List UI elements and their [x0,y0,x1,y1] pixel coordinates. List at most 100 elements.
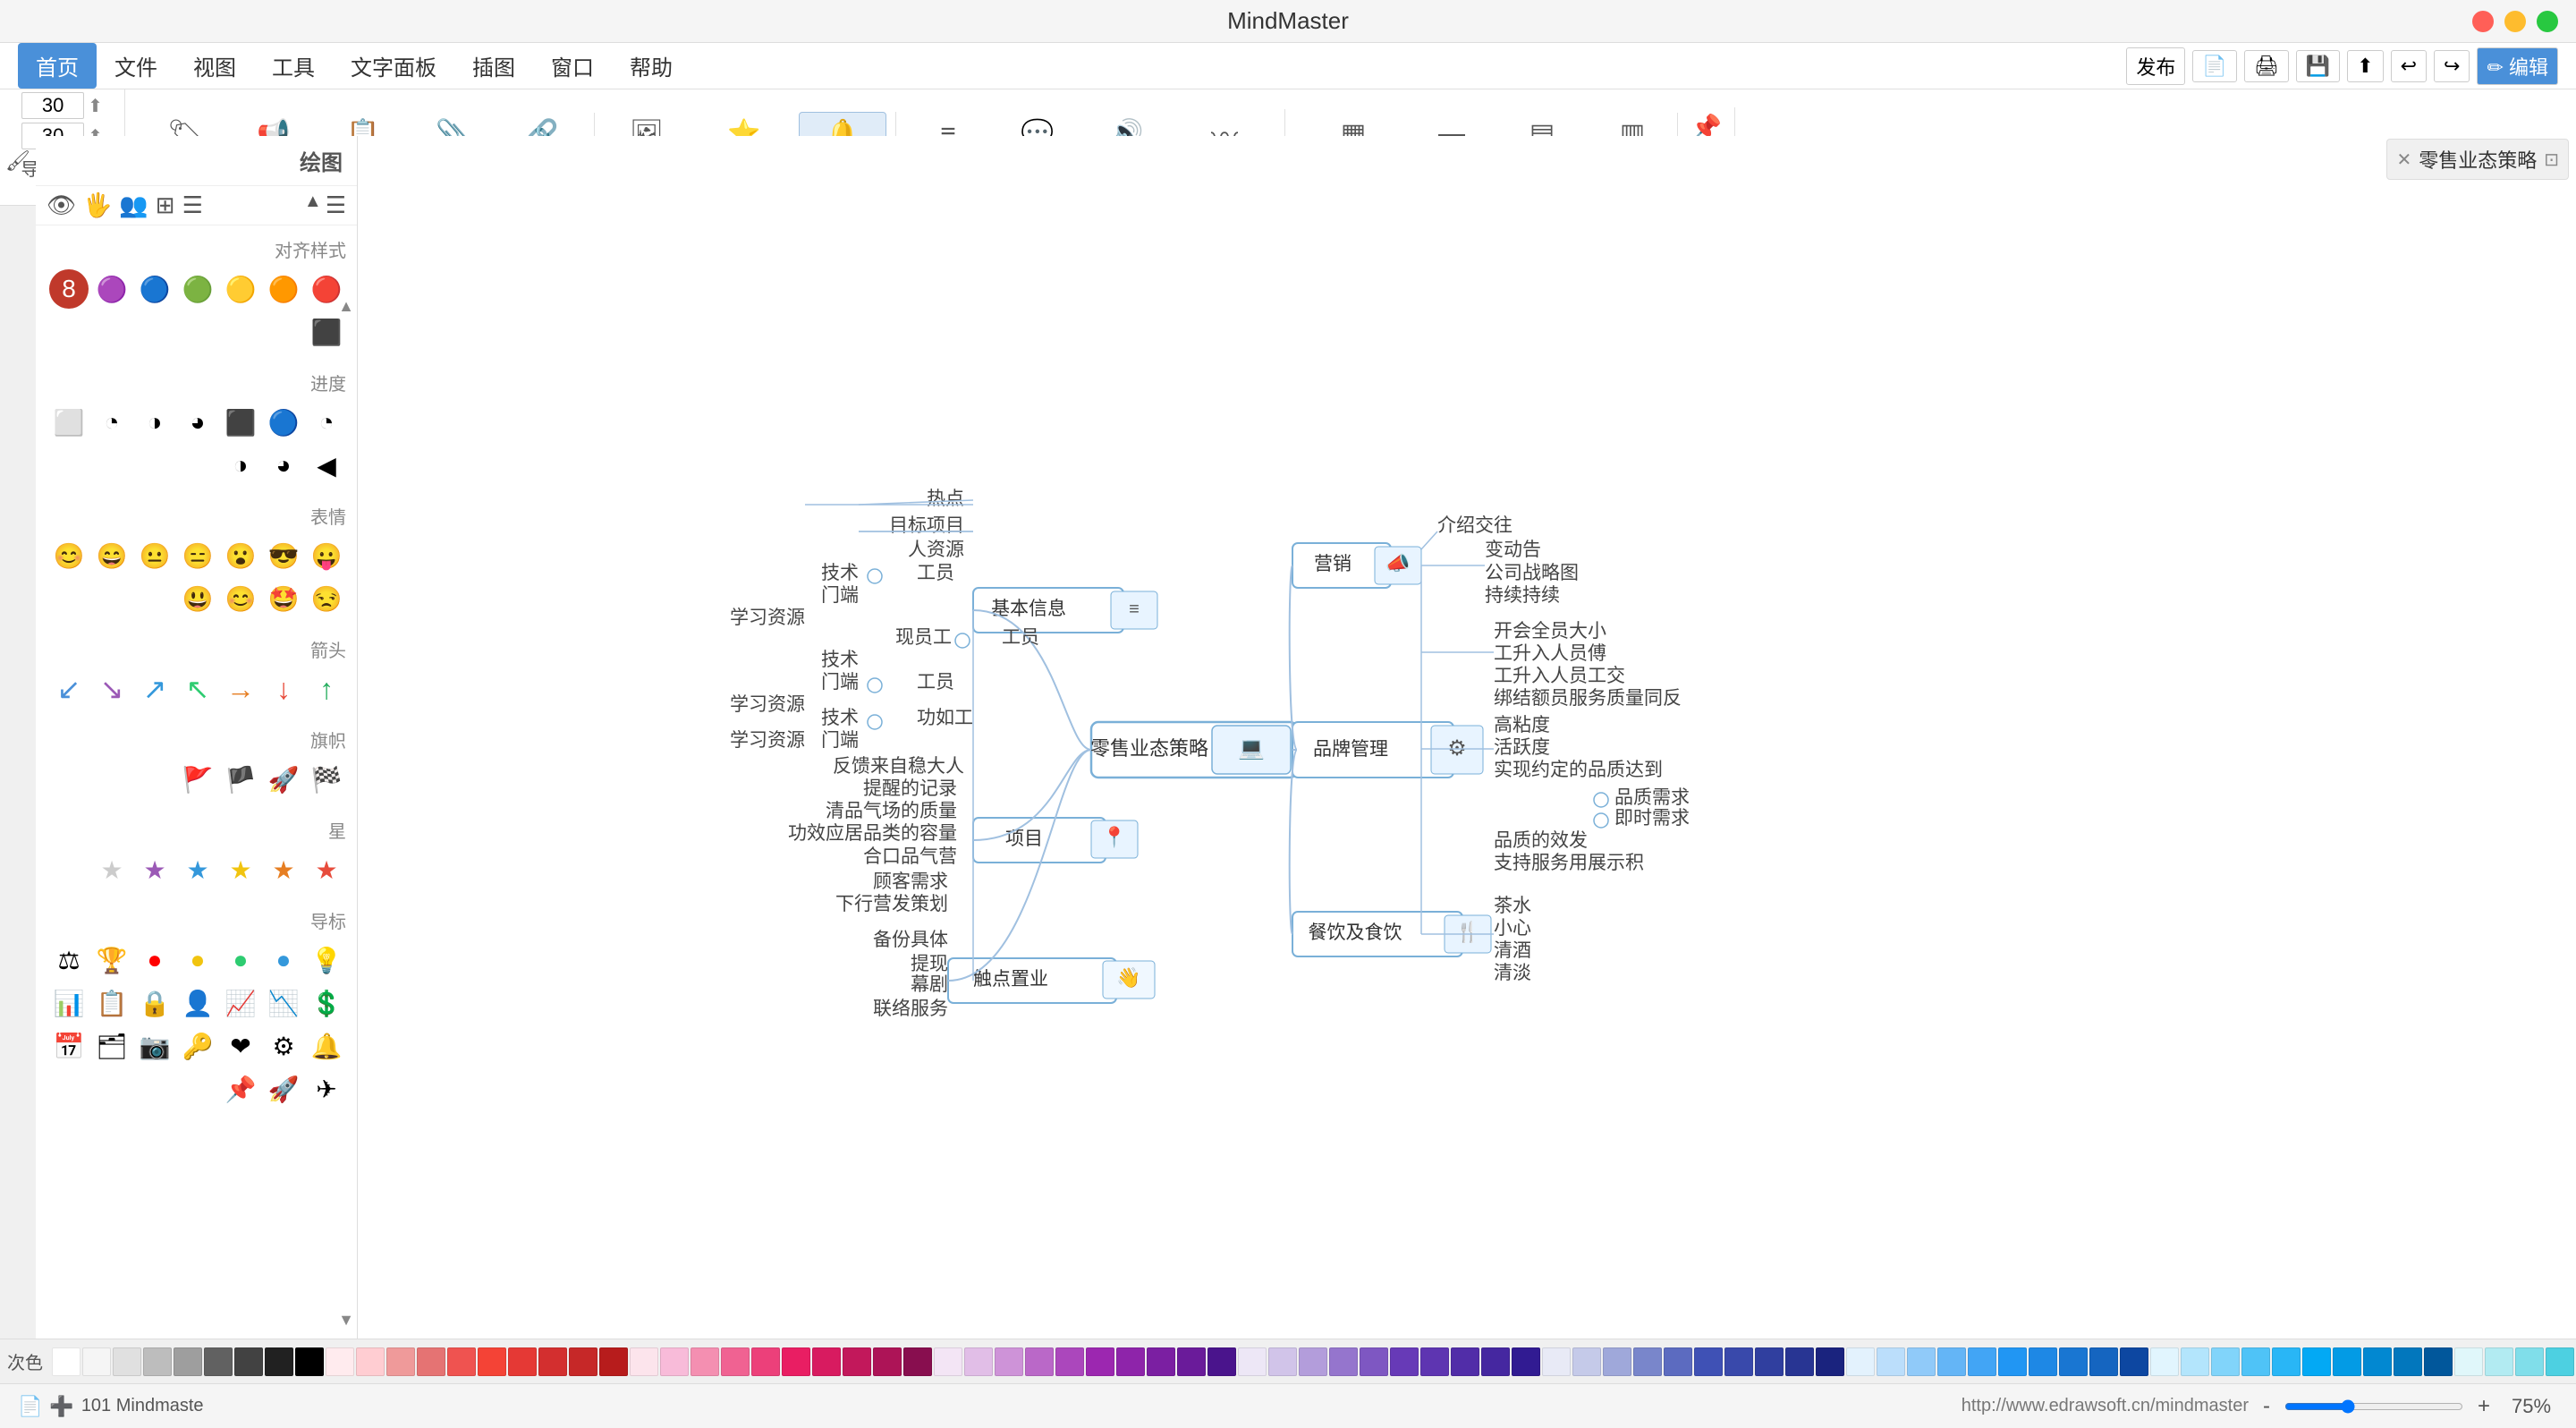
marker-17[interactable]: 📷 [135,1026,174,1066]
color-swatch-56[interactable] [1755,1347,1784,1376]
color-swatch-79[interactable] [2454,1347,2483,1376]
marker-5[interactable]: ● [221,940,260,980]
color-swatch-63[interactable] [1968,1347,1996,1376]
color-swatch-5[interactable] [204,1347,233,1376]
progress-3[interactable]: ◕ [178,403,217,442]
color-swatch-60[interactable] [1877,1347,1905,1376]
lt-brush[interactable]: 🖌 [2,145,34,177]
arrow-dl[interactable]: ↙ [49,669,89,709]
arrow-ul[interactable]: ↖ [178,669,217,709]
color-swatch-7[interactable] [265,1347,293,1376]
menu-file[interactable]: 文件 [97,43,175,89]
side-vscroll[interactable]: ▲ ▼ [335,136,357,1339]
color-swatch-26[interactable] [843,1347,871,1376]
progress-0[interactable]: ⬜ [49,403,89,442]
marker-18[interactable]: 🔑 [178,1026,217,1066]
brand-node[interactable]: 品牌管理 ⚙ [1292,722,1483,778]
center-node[interactable]: 零售业态策略 💻 [1090,722,1297,778]
color-swatch-30[interactable] [964,1347,993,1376]
scroll-up-icon[interactable]: ▲ [304,191,322,219]
color-swatch-74[interactable] [2302,1347,2331,1376]
color-swatch-77[interactable] [2394,1347,2422,1376]
color-swatch-0[interactable] [52,1347,80,1376]
color-swatch-47[interactable] [1481,1347,1510,1376]
color-swatch-17[interactable] [569,1347,597,1376]
icon-orange[interactable]: 🟠 [264,269,303,309]
color-swatch-21[interactable] [691,1347,719,1376]
color-swatch-8[interactable] [295,1347,324,1376]
progress-1[interactable]: ◔ [92,403,131,442]
color-swatch-48[interactable] [1512,1347,1540,1376]
color-swatch-38[interactable] [1208,1347,1236,1376]
project-node[interactable]: 项目 📍 [973,818,1138,863]
close-panel-icon[interactable]: ✕ [2396,149,2411,171]
color-swatch-46[interactable] [1451,1347,1479,1376]
color-swatch-49[interactable] [1542,1347,1571,1376]
color-swatch-55[interactable] [1724,1347,1753,1376]
arrow-ur[interactable]: ↗ [135,669,174,709]
width-input[interactable] [21,92,84,119]
emoji-4[interactable]: 😑 [178,536,217,575]
view-icon[interactable]: 👁 [47,191,76,219]
icon-blue[interactable]: 🔵 [135,269,174,309]
star-purple[interactable]: ★ [135,850,174,889]
zoom-minus-btn[interactable]: - [2256,1392,2277,1421]
color-swatch-39[interactable] [1238,1347,1267,1376]
color-swatch-15[interactable] [508,1347,537,1376]
color-swatch-52[interactable] [1633,1347,1662,1376]
color-swatch-29[interactable] [934,1347,962,1376]
color-swatch-73[interactable] [2272,1347,2301,1376]
color-swatch-16[interactable] [538,1347,567,1376]
star-blue[interactable]: ★ [178,850,217,889]
color-swatch-28[interactable] [903,1347,932,1376]
emoji-6[interactable]: 😎 [264,536,303,575]
color-swatch-71[interactable] [2211,1347,2240,1376]
emoji-9[interactable]: 😊 [221,579,260,618]
marker-19[interactable]: ❤ [221,1026,260,1066]
color-swatch-62[interactable] [1937,1347,1966,1376]
color-swatch-1[interactable] [82,1347,111,1376]
color-swatch-11[interactable] [386,1347,415,1376]
color-swatch-76[interactable] [2363,1347,2392,1376]
color-swatch-19[interactable] [630,1347,658,1376]
color-swatch-4[interactable] [174,1347,202,1376]
canvas[interactable]: 零售业态策略 💻 基本信息 ≡ 项目 📍 触点置业 👋 品 [358,136,2576,1339]
color-swatch-50[interactable] [1572,1347,1601,1376]
color-swatch-3[interactable] [143,1347,172,1376]
color-swatch-66[interactable] [2059,1347,2088,1376]
marker-4[interactable]: ● [178,940,217,980]
color-swatch-81[interactable] [2515,1347,2544,1376]
color-swatch-69[interactable] [2150,1347,2179,1376]
marker-9[interactable]: 📋 [92,983,131,1023]
color-swatch-64[interactable] [1998,1347,2027,1376]
menu-tools[interactable]: 工具 [254,43,333,89]
color-swatch-31[interactable] [995,1347,1023,1376]
marker-10[interactable]: 🔒 [135,983,174,1023]
save-btn[interactable]: 💾 [2296,50,2340,82]
scroll-down-btn[interactable]: ▼ [338,1311,354,1330]
emoji-1[interactable]: 😊 [49,536,89,575]
undo-btn[interactable]: ↩ [2391,50,2427,82]
marker-12[interactable]: 📈 [221,983,260,1023]
marker-15[interactable]: 📅 [49,1026,89,1066]
color-swatch-68[interactable] [2120,1347,2148,1376]
progress-7[interactable]: ◑ [221,446,260,485]
grid-icon[interactable]: ⊞ [156,191,175,219]
flag-3[interactable]: 🚀 [264,760,303,799]
color-swatch-44[interactable] [1390,1347,1419,1376]
arrow-r[interactable]: → [221,669,260,709]
flag-2[interactable]: 🏴 [221,760,260,799]
color-swatch-53[interactable] [1664,1347,1692,1376]
color-swatch-12[interactable] [417,1347,445,1376]
zoom-plus-btn[interactable]: + [2470,1392,2497,1421]
color-swatch-32[interactable] [1025,1347,1054,1376]
color-swatch-34[interactable] [1086,1347,1114,1376]
close-button[interactable] [2472,11,2494,32]
color-swatch-75[interactable] [2333,1347,2361,1376]
emoji-8[interactable]: 😃 [178,579,217,618]
icon-yellow[interactable]: 🟡 [221,269,260,309]
color-swatch-2[interactable] [113,1347,141,1376]
emoji-3[interactable]: 😐 [135,536,174,575]
color-swatch-41[interactable] [1299,1347,1327,1376]
color-swatch-24[interactable] [782,1347,810,1376]
